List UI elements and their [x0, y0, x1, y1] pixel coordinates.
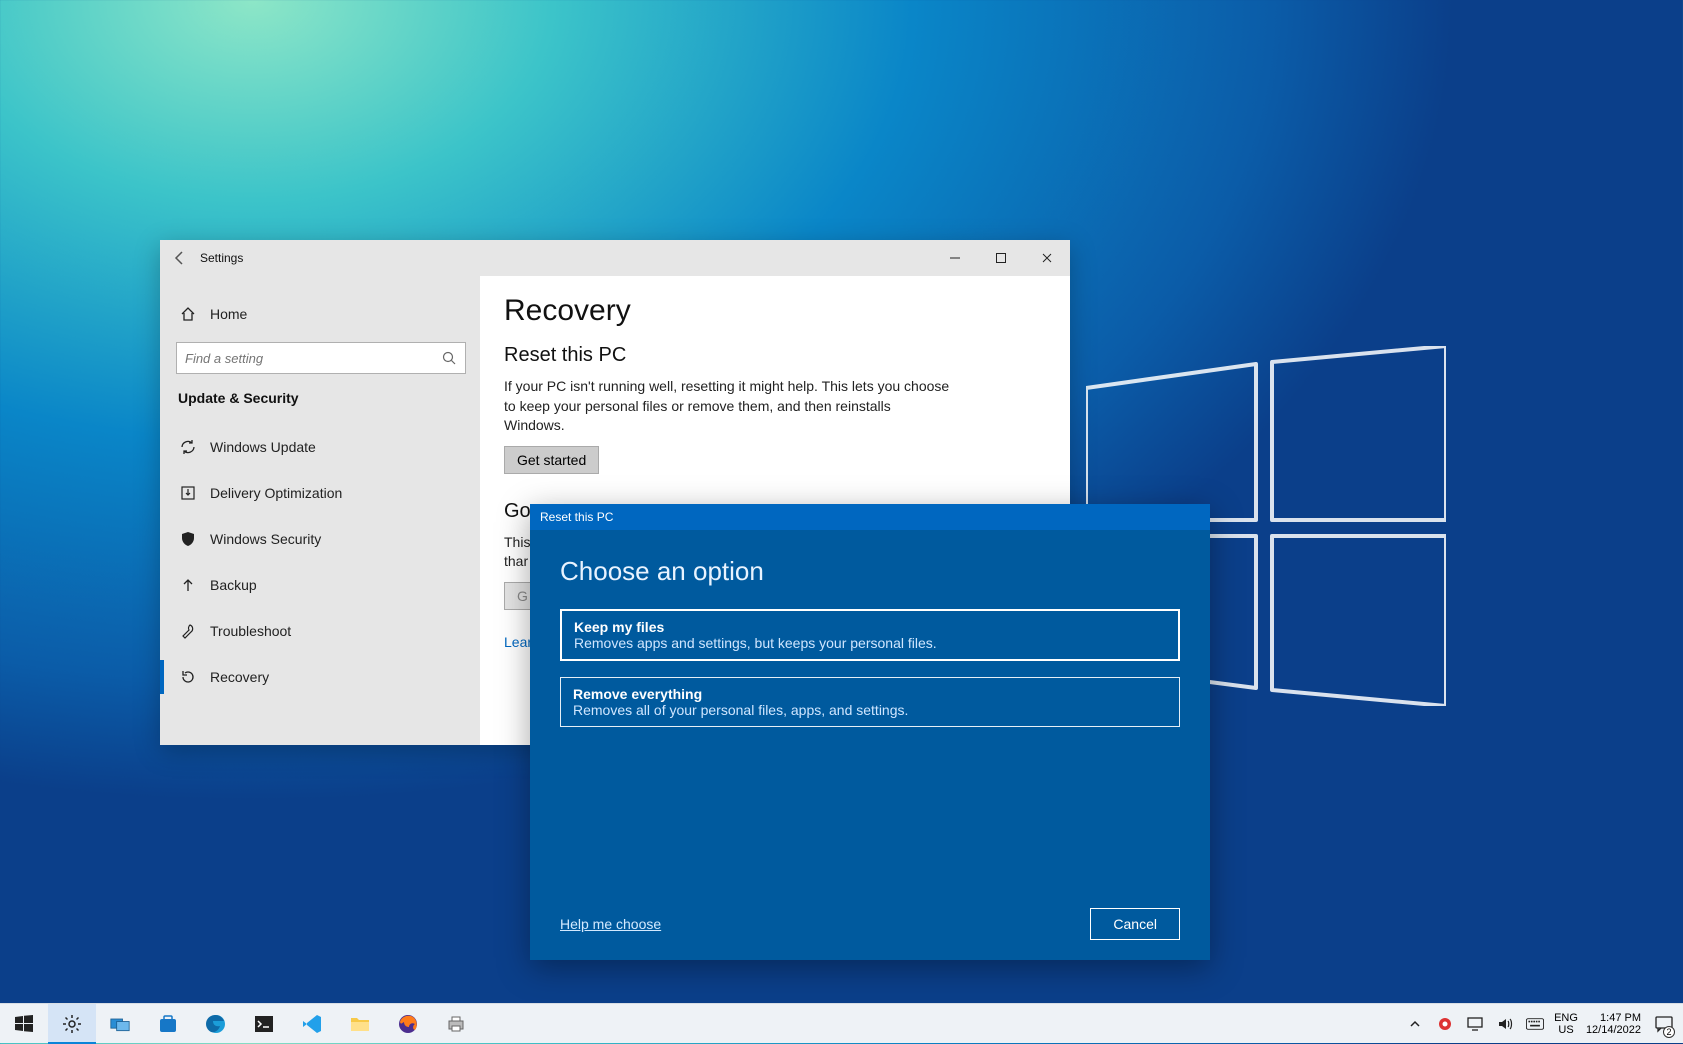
reset-dialog-title: Reset this PC	[540, 510, 613, 524]
back-button[interactable]	[160, 240, 200, 276]
keyboard-icon	[1526, 1018, 1544, 1030]
page-title: Recovery	[504, 294, 1046, 328]
clock-time: 1:47 PM	[1586, 1012, 1641, 1024]
taskbar-item-printer[interactable]	[432, 1004, 480, 1044]
search-icon	[441, 350, 457, 366]
window-controls	[932, 240, 1070, 276]
cancel-button[interactable]: Cancel	[1090, 908, 1180, 940]
recovery-icon	[180, 669, 196, 685]
sidebar-home-label: Home	[210, 306, 247, 322]
sync-icon	[180, 439, 196, 455]
taskbar-item-store[interactable]	[144, 1004, 192, 1044]
tray-clock[interactable]: 1:47 PM 12/14/2022	[1586, 1012, 1641, 1036]
taskbar-item-firefox[interactable]	[384, 1004, 432, 1044]
option-title: Remove everything	[573, 686, 1167, 702]
minimize-button[interactable]	[932, 240, 978, 276]
help-me-choose-link[interactable]: Help me choose	[560, 916, 661, 932]
sidebar-item-troubleshoot[interactable]: Troubleshoot	[176, 608, 464, 654]
sidebar-item-delivery-optimization[interactable]: Delivery Optimization	[176, 470, 464, 516]
sidebar-item-label: Windows Update	[210, 439, 316, 455]
taskbar-item-settings[interactable]	[48, 1004, 96, 1044]
start-button[interactable]	[0, 1004, 48, 1044]
tray-av-icon[interactable]	[1434, 1004, 1456, 1044]
get-started-button[interactable]: Get started	[504, 446, 599, 474]
antivirus-icon	[1437, 1016, 1453, 1032]
sidebar-item-windows-security[interactable]: Windows Security	[176, 516, 464, 562]
speaker-icon	[1497, 1016, 1513, 1032]
sidebar-item-windows-update[interactable]: Windows Update	[176, 424, 464, 470]
taskbar-item-edge[interactable]	[192, 1004, 240, 1044]
taskview-icon	[110, 1014, 130, 1034]
lang-code-2: US	[1554, 1024, 1578, 1036]
lang-code-1: ENG	[1554, 1012, 1578, 1024]
taskbar: ENG US 1:47 PM 12/14/2022 2	[0, 1003, 1683, 1043]
reset-dialog-heading: Choose an option	[560, 556, 1180, 587]
clock-date: 12/14/2022	[1586, 1024, 1641, 1036]
sidebar-item-recovery[interactable]: Recovery	[176, 654, 464, 700]
monitor-icon	[1467, 1016, 1483, 1032]
tray-ime[interactable]	[1524, 1004, 1546, 1044]
option-keep-my-files[interactable]: Keep my files Removes apps and settings,…	[560, 609, 1180, 661]
maximize-icon	[995, 252, 1007, 264]
firefox-icon	[398, 1014, 418, 1034]
option-remove-everything[interactable]: Remove everything Removes all of your pe…	[560, 677, 1180, 727]
section-reset-header: Reset this PC	[504, 344, 1046, 367]
maximize-button[interactable]	[978, 240, 1024, 276]
sidebar-item-backup[interactable]: Backup	[176, 562, 464, 608]
edge-icon	[206, 1014, 226, 1034]
arrow-left-icon	[172, 250, 188, 266]
tray-volume[interactable]	[1494, 1004, 1516, 1044]
vscode-icon	[302, 1014, 322, 1034]
taskbar-item-file-explorer[interactable]	[336, 1004, 384, 1044]
learn-link[interactable]: Lear	[504, 634, 532, 650]
section-reset-body: If your PC isn't running well, resetting…	[504, 377, 954, 436]
store-icon	[158, 1014, 178, 1034]
folder-icon	[350, 1014, 370, 1034]
taskbar-item-vscode[interactable]	[288, 1004, 336, 1044]
wrench-icon	[180, 623, 196, 639]
sidebar-item-label: Windows Security	[210, 531, 321, 547]
option-desc: Removes all of your personal files, apps…	[573, 702, 1167, 718]
download-box-icon	[180, 485, 196, 501]
sidebar-item-label: Backup	[210, 577, 257, 593]
window-title: Settings	[200, 251, 243, 265]
notification-badge: 2	[1663, 1026, 1675, 1038]
sidebar-item-label: Troubleshoot	[210, 623, 291, 639]
chevron-up-icon	[1409, 1018, 1421, 1030]
tray-language[interactable]: ENG US	[1554, 1012, 1578, 1036]
arrow-up-icon	[180, 577, 196, 593]
option-title: Keep my files	[574, 619, 1166, 635]
sidebar-item-label: Recovery	[210, 669, 269, 685]
close-button[interactable]	[1024, 240, 1070, 276]
reset-dialog-titlebar[interactable]: Reset this PC	[530, 504, 1210, 530]
tray-monitor-icon[interactable]	[1464, 1004, 1486, 1044]
terminal-icon	[254, 1014, 274, 1034]
printer-icon	[446, 1014, 466, 1034]
minimize-icon	[949, 252, 961, 264]
taskbar-item-taskview[interactable]	[96, 1004, 144, 1044]
close-icon	[1041, 252, 1053, 264]
reset-dialog: Reset this PC Choose an option Keep my f…	[530, 504, 1210, 960]
sidebar-home[interactable]: Home	[176, 294, 464, 334]
tray-overflow[interactable]	[1404, 1004, 1426, 1044]
windows-logo-icon	[14, 1014, 34, 1034]
settings-search-input[interactable]	[185, 351, 441, 366]
settings-search[interactable]	[176, 342, 466, 374]
option-desc: Removes apps and settings, but keeps you…	[574, 635, 1166, 651]
home-icon	[180, 306, 196, 322]
taskbar-item-terminal[interactable]	[240, 1004, 288, 1044]
sidebar-item-label: Delivery Optimization	[210, 485, 342, 501]
settings-sidebar: Home Update & Security Windows Update De…	[160, 276, 480, 745]
settings-titlebar[interactable]: Settings	[160, 240, 1070, 276]
gear-icon	[62, 1014, 82, 1034]
sidebar-section-header: Update & Security	[178, 390, 464, 406]
shield-icon	[180, 531, 196, 547]
tray-notifications[interactable]: 2	[1649, 1004, 1679, 1044]
